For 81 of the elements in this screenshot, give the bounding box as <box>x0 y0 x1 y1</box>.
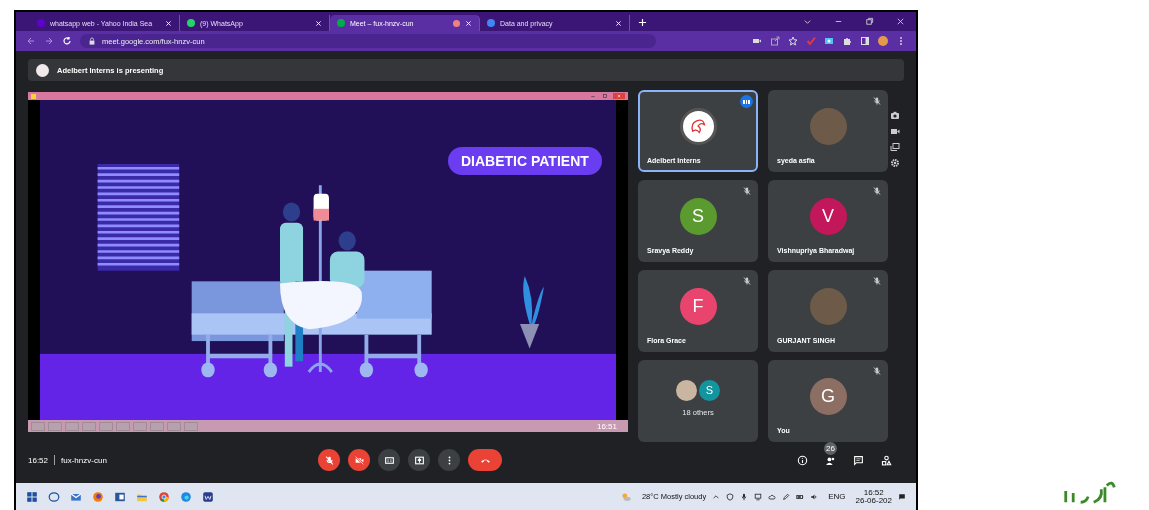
mic-off-icon <box>323 454 335 466</box>
chat-icon[interactable] <box>853 454 864 466</box>
captions-icon <box>383 454 395 466</box>
avatar-initial: V <box>809 197 847 235</box>
presenter-avatar <box>36 63 49 77</box>
hang-up-button[interactable] <box>468 449 502 471</box>
checkmark-icon[interactable] <box>806 36 816 46</box>
document-icon[interactable] <box>114 490 126 503</box>
meeting-time: 16:52 <box>28 455 49 465</box>
inner-taskbar: 16:51 <box>28 420 628 432</box>
app-icon <box>99 421 113 431</box>
reload-icon[interactable] <box>62 36 72 46</box>
app-icon <box>167 421 181 431</box>
profile-avatar[interactable] <box>878 36 888 46</box>
taskbar-time[interactable]: 16:52 <box>863 488 884 497</box>
layout-icon[interactable] <box>890 142 900 152</box>
app-icon <box>150 421 164 431</box>
info-icon[interactable] <box>797 454 808 466</box>
mic-off-button[interactable] <box>318 449 340 471</box>
chrome-icon[interactable] <box>158 490 170 503</box>
camera-off-button[interactable] <box>348 449 370 471</box>
app-icon <box>82 421 96 431</box>
shield-icon[interactable] <box>726 492 735 501</box>
video-icon[interactable] <box>890 126 900 136</box>
language-indicator[interactable]: ENG <box>828 492 846 501</box>
avatar-initial: G <box>809 377 847 415</box>
avatar-photo <box>676 379 697 401</box>
star-icon[interactable] <box>788 36 798 46</box>
avatar-initial: F <box>679 287 717 325</box>
restore-icon[interactable] <box>865 17 874 26</box>
new-tab-icon[interactable] <box>638 18 647 27</box>
notification-icon[interactable] <box>898 492 906 501</box>
screen-icon[interactable] <box>824 36 834 46</box>
more-button[interactable] <box>438 449 460 471</box>
app-icon <box>65 421 79 431</box>
camera-icon[interactable] <box>752 36 762 46</box>
sidebar-icon[interactable] <box>860 36 870 46</box>
app-icon[interactable] <box>202 490 214 503</box>
forward-icon[interactable] <box>44 36 54 46</box>
pen-icon[interactable] <box>782 492 791 501</box>
taskbar-date[interactable]: 26-06-202 <box>855 496 892 505</box>
close-icon <box>613 93 625 99</box>
app-icon <box>31 421 45 431</box>
microphone-icon[interactable] <box>740 492 749 501</box>
cloud-icon[interactable] <box>768 492 777 501</box>
avatar-initial: S <box>699 379 720 401</box>
logo-avatar <box>679 107 717 145</box>
camera-icon[interactable] <box>890 110 900 120</box>
captions-button[interactable] <box>378 449 400 471</box>
battery-icon[interactable] <box>796 492 805 501</box>
avatar-initial: S <box>679 197 717 235</box>
avatar-photo <box>809 287 847 325</box>
share-icon[interactable] <box>770 36 780 46</box>
browser-icon[interactable] <box>92 490 104 503</box>
edge-icon[interactable] <box>180 490 192 503</box>
app-icon <box>133 421 147 431</box>
app-icon <box>184 421 198 431</box>
lock-icon <box>88 37 96 45</box>
chevron-icon[interactable] <box>803 17 812 26</box>
speaking-indicator-icon <box>740 95 753 108</box>
monitor-icon[interactable] <box>754 492 763 501</box>
minimize-icon <box>589 93 597 99</box>
camera-off-icon <box>353 454 365 466</box>
present-button[interactable] <box>408 449 430 471</box>
caret-icon[interactable] <box>712 492 721 501</box>
shapes-icon[interactable] <box>881 454 892 466</box>
meeting-code: fux-hnzv-cun <box>61 455 107 465</box>
app-icon <box>48 421 62 431</box>
speaker-icon[interactable] <box>810 492 819 501</box>
settings-icon[interactable] <box>890 158 900 168</box>
avatar-photo <box>809 107 847 145</box>
app-icon <box>116 421 130 431</box>
oval-logo-icon[interactable] <box>48 490 60 503</box>
close-icon[interactable] <box>896 17 905 26</box>
present-screen-icon <box>413 454 425 466</box>
back-icon[interactable] <box>26 36 36 46</box>
restore-icon <box>601 93 609 99</box>
puzzle-icon[interactable] <box>842 36 852 46</box>
app-icon <box>31 93 36 99</box>
windows-start-icon[interactable] <box>26 490 38 503</box>
slide-heading: DIABETIC PATIENT <box>448 147 602 175</box>
